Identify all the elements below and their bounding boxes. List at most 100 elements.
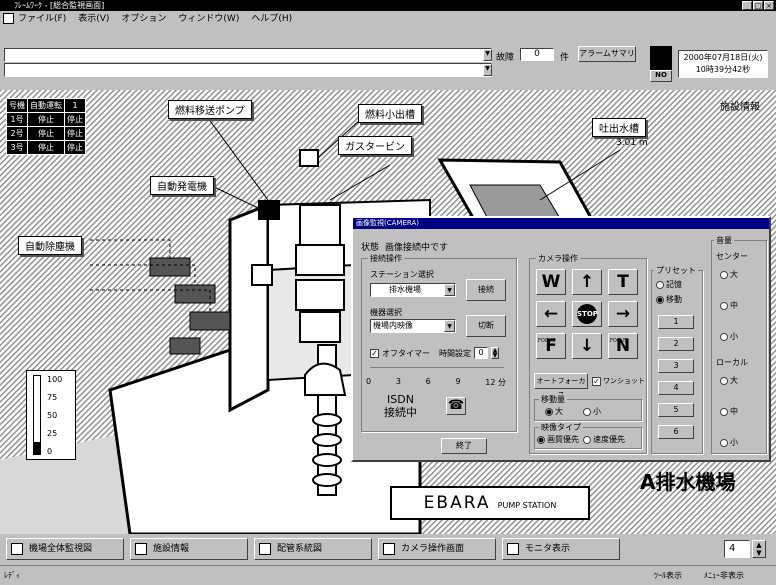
task-piping-diagram[interactable]: 配管系統図 <box>254 538 372 560</box>
gauge-fill <box>34 442 40 454</box>
chevron-down-icon[interactable]: ▼ <box>444 284 455 296</box>
chevron-down-icon[interactable]: ▼ <box>444 320 455 332</box>
app-icon <box>3 13 14 24</box>
task-label: カメラ操作画面 <box>401 544 465 554</box>
preset-button[interactable]: 1 <box>658 315 694 329</box>
offtimer-slider[interactable] <box>370 367 504 371</box>
tele-button[interactable]: T <box>608 269 638 295</box>
outlet-tank-label[interactable]: 吐出水槽 <box>592 118 646 137</box>
time-value-field[interactable]: 0 <box>474 347 488 359</box>
scale-label: 9 <box>455 377 461 386</box>
fault-unit: 件 <box>560 53 570 63</box>
device-select-value: 機場内映像 <box>373 321 413 330</box>
fault-label: 故障 <box>496 53 515 63</box>
local-label: ローカル <box>716 358 748 367</box>
menu-file[interactable]: ファイル(F) <box>18 11 66 27</box>
facility-info-link[interactable]: 施設情報 <box>720 98 760 113</box>
isdn-icon: ☎ <box>446 397 466 415</box>
preset-store-radio[interactable]: 記憶 <box>656 279 682 290</box>
preset-button[interactable]: 4 <box>658 381 694 395</box>
preset-button[interactable]: 5 <box>658 403 694 417</box>
menu-help[interactable]: ヘルプ(H) <box>251 11 292 27</box>
oneshot-checkbox[interactable]: ✓ <box>592 376 601 386</box>
preset-group-title: プリセット <box>654 265 698 276</box>
time-spinner[interactable]: ▲ ▼ <box>491 347 499 359</box>
menu-view[interactable]: 表示(V) <box>78 11 109 27</box>
screen-label[interactable]: 自動除塵機 <box>18 236 82 255</box>
task-plant-overview[interactable]: 機場全体監視図 <box>6 538 124 560</box>
maximize-button[interactable]: □ <box>753 1 763 10</box>
focus-small-label: FOCUS <box>610 338 628 344</box>
scale-label: 0 <box>366 377 372 386</box>
offtimer-row: ✓ オフタイマー 時間設定 0 ▲ ▼ <box>370 347 499 359</box>
dialog-titlebar: 画像監視(CAMERA) <box>353 218 769 229</box>
preset-options: 記憶 移動 <box>656 279 682 305</box>
tilt-up-button[interactable]: ↑ <box>572 269 602 295</box>
tilt-down-button[interactable]: ↓ <box>572 333 602 359</box>
radio-label: 小 <box>730 332 738 341</box>
gauge-tick: 50 <box>47 411 58 420</box>
radio-label: 速度優先 <box>593 435 625 444</box>
menu-window[interactable]: ウィンドウ(W) <box>178 11 239 27</box>
brand-text: EBARA <box>423 493 491 513</box>
task-label: 機場全体監視図 <box>29 544 93 554</box>
device-select[interactable]: 機場内映像 ▼ <box>370 319 456 333</box>
pan-right-button[interactable]: → <box>608 301 638 327</box>
window-title: ﾌﾚｰﾑﾜｰｸ - [総合監視画面] <box>14 1 105 10</box>
offtimer-label: オフタイマー <box>382 348 430 358</box>
window-titlebar: ﾌﾚｰﾑﾜｰｸ - [総合監視画面] <box>0 0 776 11</box>
brand-sub-text: PUMP STATION <box>497 501 557 510</box>
camera-icon <box>383 543 395 555</box>
focus-far-button[interactable]: FOCUS F <box>536 333 566 359</box>
local-volume-radio[interactable]: 大 <box>720 375 738 386</box>
center-volume-radio[interactable]: 大 <box>720 269 738 280</box>
preset-move-radio[interactable]: 移動 <box>656 294 682 305</box>
disconnect-button[interactable]: 切断 <box>466 315 506 337</box>
task-camera-control[interactable]: カメラ操作画面 <box>378 538 496 560</box>
quality-priority-radio[interactable]: 画質優先 <box>537 434 579 445</box>
end-button[interactable]: 終了 <box>441 438 487 454</box>
move-large-radio[interactable]: 大 <box>545 406 563 417</box>
menu-options[interactable]: オプション <box>121 11 166 27</box>
dropdown-arrow-icon[interactable]: ▼ <box>483 49 492 61</box>
autofocus-button[interactable]: オートフォーカス <box>534 373 588 399</box>
status-bar: ﾚﾃﾞｨ ﾂｰﾙ表示 ﾒﾆｭｰ非表示 <box>0 565 776 585</box>
preset-button[interactable]: 2 <box>658 337 694 351</box>
speed-priority-radio[interactable]: 速度優先 <box>583 434 625 445</box>
alarm-summary-button[interactable]: アラームサマリ <box>578 46 636 62</box>
generator-label[interactable]: 自動発電機 <box>150 176 214 195</box>
task-monitor-display[interactable]: モニタ表示 <box>502 538 620 560</box>
dropdown-arrow-icon[interactable]: ▼ <box>483 64 492 76</box>
fuel-pump-label[interactable]: 燃料移送ポンプ <box>168 100 252 119</box>
page-spinner[interactable]: ▲ ▼ <box>752 540 766 558</box>
stop-button[interactable]: STOP <box>572 301 602 327</box>
wide-button[interactable]: W <box>536 269 566 295</box>
offtimer-checkbox[interactable]: ✓ <box>370 348 379 358</box>
status-cell: 1 <box>64 98 86 113</box>
center-volume-radio[interactable]: 中 <box>720 300 738 311</box>
local-volume-options: 大 中 小 <box>720 375 738 448</box>
gas-turbine-label[interactable]: ガスタービン <box>338 136 412 155</box>
preset-button[interactable]: 3 <box>658 359 694 373</box>
pan-left-button[interactable]: ← <box>536 301 566 327</box>
center-volume-radio[interactable]: 小 <box>720 331 738 342</box>
minimize-button[interactable]: _ <box>742 1 752 10</box>
local-volume-radio[interactable]: 小 <box>720 437 738 448</box>
stop-label: STOP <box>577 304 598 324</box>
message-field-1[interactable] <box>4 48 492 62</box>
no-badge[interactable]: NO <box>650 70 672 82</box>
message-field-2[interactable] <box>4 63 492 77</box>
close-button[interactable]: × <box>764 1 774 10</box>
page-number-field[interactable]: 4 <box>724 540 750 558</box>
local-volume-radio[interactable]: 中 <box>720 406 738 417</box>
connect-button[interactable]: 接続 <box>466 279 506 301</box>
station-select[interactable]: 排水機場 ▼ <box>370 283 456 297</box>
preset-button[interactable]: 6 <box>658 425 694 439</box>
gauge-tick: 75 <box>47 393 58 402</box>
fuel-tank-label[interactable]: 燃料小出槽 <box>358 104 422 123</box>
center-volume-options: 大 中 小 <box>720 269 738 342</box>
task-facility-info[interactable]: 施設情報 <box>130 538 248 560</box>
scale-label: 12 分 <box>485 378 506 387</box>
move-small-radio[interactable]: 小 <box>583 406 601 417</box>
focus-near-button[interactable]: FOCUS N <box>608 333 638 359</box>
